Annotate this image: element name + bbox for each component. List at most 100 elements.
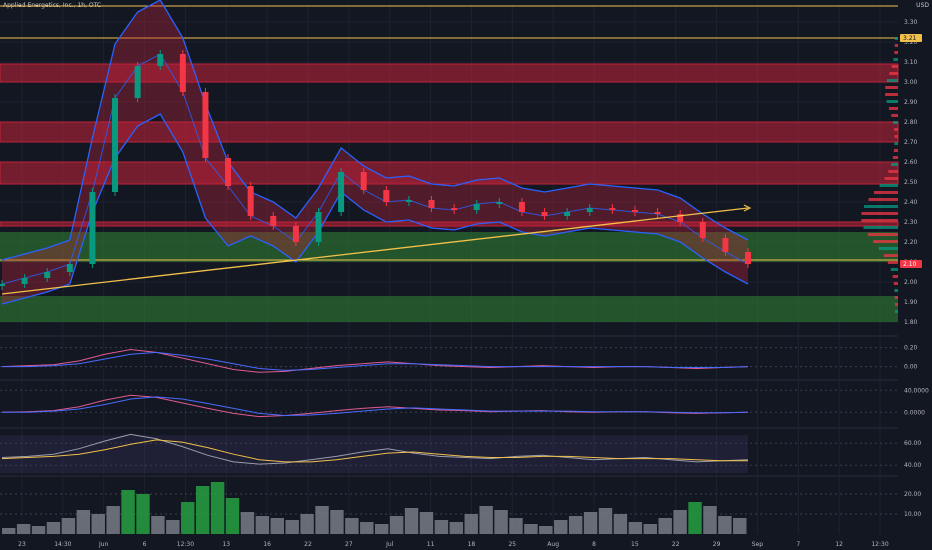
time-axis-tick-label: 13 — [222, 541, 230, 548]
volume-bar — [255, 516, 270, 534]
volume-bar — [225, 498, 240, 534]
green-demand-zone — [0, 296, 898, 322]
red-supply-zone — [0, 161, 899, 185]
price-candle — [699, 222, 706, 238]
volume-bar — [2, 528, 16, 534]
volume-profile-bar — [894, 44, 898, 47]
volume-profile-bar — [894, 310, 898, 313]
price-candle — [44, 272, 51, 278]
volume-profile-bar — [888, 107, 898, 110]
indicator-series-line — [2, 351, 749, 371]
volume-profile-bar — [894, 296, 898, 299]
price-badge-label: 3.21 — [903, 35, 917, 42]
price-axis-tick-label: 2.30 — [904, 219, 918, 226]
price-candle — [292, 226, 299, 242]
price-candle — [225, 158, 232, 186]
time-axis-tick-label: 25 — [508, 541, 516, 548]
price-axis-tick-label: 2.60 — [904, 159, 918, 166]
volume-profile-bar — [894, 303, 898, 306]
volume-profile-bar — [873, 240, 898, 243]
volume-bar — [300, 514, 314, 534]
time-axis-tick-label: 12 — [835, 541, 843, 548]
volume-profile-bar — [884, 177, 898, 180]
volume-bar — [598, 508, 613, 534]
volume-bar — [166, 520, 180, 534]
price-candle — [270, 216, 277, 226]
volume-profile-bar — [888, 170, 898, 173]
rsi-band-background — [0, 435, 748, 474]
volume-profile-bar — [889, 72, 898, 75]
volume-bar — [688, 502, 702, 534]
time-axis-tick-label: Aug — [547, 541, 559, 548]
volume-bar — [628, 522, 643, 534]
time-axis-tick-label: 11 — [427, 541, 435, 548]
price-axis-tick-label: 3.30 — [904, 19, 918, 26]
price-candle — [473, 204, 480, 210]
price-candle — [157, 54, 164, 66]
volume-bar — [210, 482, 225, 534]
time-axis-tick-label: 12:30 — [871, 541, 888, 548]
volume-profile-bar — [893, 121, 898, 124]
price-candle — [315, 212, 322, 242]
price-axis-tick-label: 2.40 — [904, 199, 918, 206]
volume-profile-bar — [863, 226, 898, 229]
indicator-axis-tick-label: 60.00 — [904, 440, 921, 447]
chart-canvas[interactable]: 3.303.203.103.002.902.802.702.602.502.40… — [0, 0, 932, 550]
time-axis-tick-label: 12:30 — [177, 541, 194, 548]
time-axis-tick-label: 29 — [713, 541, 721, 548]
volume-bar — [360, 522, 374, 534]
price-axis-tick-label: 3.00 — [904, 79, 918, 86]
volume-bar — [46, 522, 61, 534]
volume-profile-bar — [891, 163, 898, 166]
price-candle — [360, 172, 367, 190]
price-axis-tick-label: 2.50 — [904, 179, 918, 186]
price-candle — [609, 208, 616, 210]
volume-bar — [181, 502, 195, 534]
volume-bar — [583, 512, 598, 534]
time-axis-tick-label: 7 — [796, 541, 800, 548]
volume-bar — [419, 512, 434, 534]
volume-bar — [151, 516, 165, 534]
volume-profile-bar — [885, 93, 898, 96]
indicator-axis-tick-label: 0.0000 — [904, 409, 925, 416]
price-candle — [0, 284, 5, 286]
price-candle — [745, 252, 751, 264]
volume-bar — [106, 506, 120, 534]
volume-bar — [643, 524, 657, 534]
price-candle — [518, 202, 525, 212]
price-candle — [112, 98, 119, 192]
price-candle — [21, 278, 28, 284]
volume-profile-bar — [886, 79, 898, 82]
volume-profile-bar — [894, 37, 898, 40]
price-candle — [496, 202, 503, 204]
volume-bar — [16, 524, 31, 534]
price-axis-tick-label: 2.00 — [904, 279, 918, 286]
price-candle — [451, 208, 458, 210]
volume-profile-bar — [890, 268, 898, 271]
price-candle — [179, 54, 186, 92]
volume-bar — [464, 514, 478, 534]
price-axis-tick-label: 2.80 — [904, 119, 918, 126]
volume-profile-bar — [892, 156, 898, 159]
volume-bar — [524, 524, 538, 534]
volume-profile-bar — [861, 219, 898, 222]
volume-bar — [733, 518, 747, 534]
price-candle — [654, 212, 661, 214]
price-candle — [89, 192, 96, 264]
volume-bar — [554, 520, 568, 534]
price-candle — [586, 208, 593, 212]
indicator-axis-tick-label: 0.00 — [904, 364, 918, 371]
volume-bar — [240, 512, 255, 534]
time-axis-tick-label: 14:30 — [54, 541, 71, 548]
price-badge-label: 2.10 — [903, 261, 917, 268]
volume-profile-bar — [893, 282, 898, 285]
volume-profile-bar — [867, 233, 898, 236]
volume-profile-bar — [886, 100, 898, 103]
indicator-axis-tick-label: 0.20 — [904, 345, 918, 352]
volume-bar — [61, 518, 76, 534]
time-axis-tick-label: 22 — [672, 541, 680, 548]
volume-profile-bar — [868, 198, 898, 201]
price-axis-tick-label: 3.10 — [904, 59, 918, 66]
price-candle — [405, 200, 412, 202]
price-candle — [564, 212, 571, 216]
